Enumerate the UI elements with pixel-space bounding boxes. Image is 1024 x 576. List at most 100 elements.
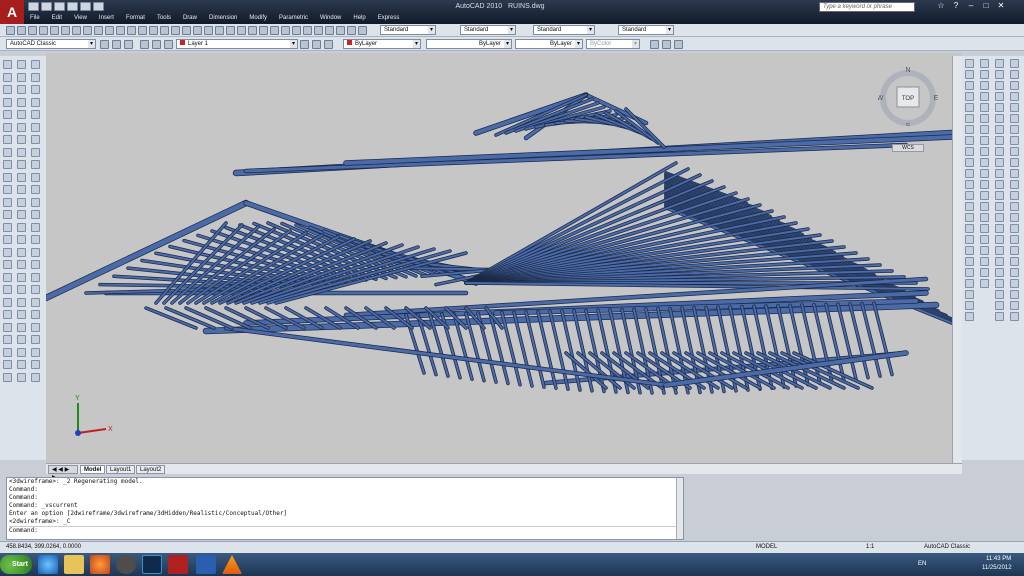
draw-tool-icon[interactable]: [31, 222, 40, 232]
layer-tool-icon[interactable]: [164, 40, 173, 49]
tool-icon[interactable]: [336, 26, 345, 35]
view-tool-icon[interactable]: [980, 114, 989, 123]
view-tool-icon[interactable]: [1010, 59, 1019, 68]
view-tool-icon[interactable]: [965, 246, 974, 255]
draw-tool-icon[interactable]: [31, 122, 40, 132]
undo-icon[interactable]: [67, 2, 78, 11]
linetype-select[interactable]: ByLayer: [426, 39, 512, 49]
layer-tool-icon[interactable]: [312, 40, 321, 49]
view-tool-icon[interactable]: [1010, 114, 1019, 123]
draw-tool-icon[interactable]: [17, 372, 26, 382]
view-tool-icon[interactable]: [980, 103, 989, 112]
draw-tool-icon[interactable]: [3, 210, 12, 219]
draw-tool-icon[interactable]: [3, 197, 12, 207]
view-tool-icon[interactable]: [995, 92, 1004, 101]
draw-tool-icon[interactable]: [3, 310, 12, 319]
draw-tool-icon[interactable]: [31, 60, 40, 69]
view-tool-icon[interactable]: [995, 114, 1004, 123]
tool-icon[interactable]: [50, 26, 59, 35]
draw-tool-icon[interactable]: [31, 272, 40, 282]
tool-icon[interactable]: [149, 26, 158, 35]
view-tool-icon[interactable]: [995, 279, 1004, 288]
tool-icon[interactable]: [138, 26, 147, 35]
draw-tool-icon[interactable]: [17, 60, 26, 69]
draw-tool-icon[interactable]: [31, 360, 40, 369]
layer-tool-icon[interactable]: [152, 40, 161, 49]
table-style-select[interactable]: Standard: [533, 25, 595, 35]
draw-tool-icon[interactable]: [3, 372, 12, 382]
view-tool-icon[interactable]: [980, 213, 989, 222]
draw-tool-icon[interactable]: [3, 97, 12, 107]
view-tool-icon[interactable]: [965, 136, 974, 145]
draw-tool-icon[interactable]: [31, 260, 40, 269]
draw-tool-icon[interactable]: [17, 72, 26, 82]
draw-tool-icon[interactable]: [3, 85, 12, 94]
help-icon[interactable]: ?: [950, 1, 962, 11]
view-tool-icon[interactable]: [965, 125, 974, 134]
layer-tool-icon[interactable]: [140, 40, 149, 49]
tool-icon[interactable]: [215, 26, 224, 35]
draw-tool-icon[interactable]: [31, 85, 40, 94]
view-tool-icon[interactable]: [1010, 136, 1019, 145]
draw-tool-icon[interactable]: [31, 210, 40, 219]
text-style-select[interactable]: Standard: [380, 25, 436, 35]
draw-tool-icon[interactable]: [3, 185, 12, 194]
view-tool-icon[interactable]: [995, 312, 1004, 321]
tool-icon[interactable]: [270, 26, 279, 35]
view-tool-icon[interactable]: [1010, 191, 1019, 200]
vertical-scrollbar[interactable]: [952, 56, 962, 463]
view-tool-icon[interactable]: [1010, 81, 1019, 90]
draw-tool-icon[interactable]: [17, 297, 26, 307]
tab-layout1[interactable]: Layout1: [106, 465, 136, 474]
draw-tool-icon[interactable]: [3, 347, 12, 357]
draw-tool-icon[interactable]: [31, 285, 40, 294]
draw-tool-icon[interactable]: [3, 335, 12, 344]
draw-tool-icon[interactable]: [31, 335, 40, 344]
view-tool-icon[interactable]: [995, 235, 1004, 244]
annotation-scale[interactable]: 1:1: [866, 544, 874, 550]
draw-tool-icon[interactable]: [17, 135, 26, 144]
tool-icon[interactable]: [39, 26, 48, 35]
view-tool-icon[interactable]: [1010, 180, 1019, 189]
draw-tool-icon[interactable]: [3, 147, 12, 157]
tool-icon[interactable]: [237, 26, 246, 35]
dim-style-select[interactable]: Standard: [460, 25, 516, 35]
draw-tool-icon[interactable]: [3, 297, 12, 307]
view-tool-icon[interactable]: [965, 114, 974, 123]
view-tool-icon[interactable]: [1010, 147, 1019, 156]
view-tool-icon[interactable]: [980, 202, 989, 211]
view-tool-icon[interactable]: [965, 103, 974, 112]
draw-tool-icon[interactable]: [17, 147, 26, 157]
draw-tool-icon[interactable]: [17, 222, 26, 232]
drawing-viewport[interactable]: Y X: [46, 53, 962, 463]
draw-tool-icon[interactable]: [3, 110, 12, 119]
draw-tool-icon[interactable]: [3, 235, 12, 244]
media-player-icon[interactable]: [90, 555, 110, 574]
view-tool-icon[interactable]: [995, 125, 1004, 134]
tool-icon[interactable]: [17, 26, 26, 35]
draw-tool-icon[interactable]: [31, 185, 40, 194]
viewcube[interactable]: TOP N S E W: [877, 66, 939, 130]
language-indicator[interactable]: EN: [918, 561, 926, 567]
maximize-button[interactable]: □: [980, 1, 992, 11]
draw-tool-icon[interactable]: [3, 160, 12, 169]
command-window[interactable]: <3dwireframe>: _2 Regenerating model. Co…: [6, 477, 684, 540]
draw-tool-icon[interactable]: [17, 247, 26, 257]
view-tool-icon[interactable]: [980, 191, 989, 200]
view-tool-icon[interactable]: [980, 147, 989, 156]
open-icon[interactable]: [41, 2, 52, 11]
draw-tool-icon[interactable]: [3, 285, 12, 294]
layer-tool-icon[interactable]: [100, 40, 109, 49]
tool-icon[interactable]: [94, 26, 103, 35]
draw-tool-icon[interactable]: [31, 97, 40, 107]
draw-tool-icon[interactable]: [31, 197, 40, 207]
command-prompt[interactable]: Command:: [9, 526, 683, 535]
draw-tool-icon[interactable]: [31, 297, 40, 307]
vlc-icon[interactable]: [222, 555, 242, 574]
view-tool-icon[interactable]: [995, 59, 1004, 68]
view-tool-icon[interactable]: [995, 180, 1004, 189]
draw-tool-icon[interactable]: [31, 135, 40, 144]
view-tool-icon[interactable]: [1010, 268, 1019, 277]
tab-nav-arrows[interactable]: ◀ ◀ ▶ ▶: [48, 465, 78, 481]
color-select[interactable]: ByLayer: [343, 39, 421, 49]
